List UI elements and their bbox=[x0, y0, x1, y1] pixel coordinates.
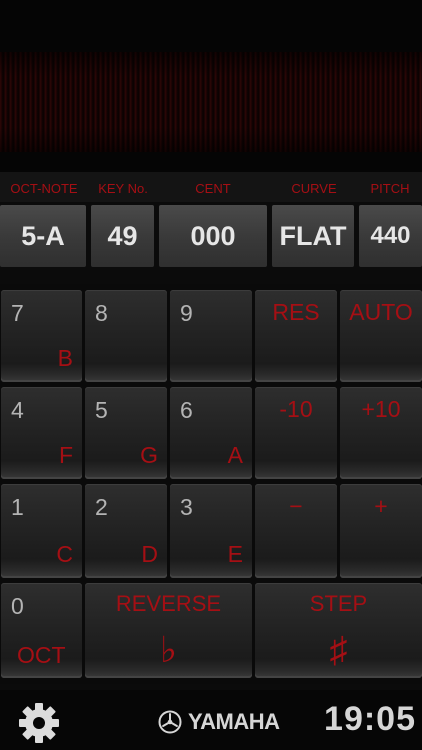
key-number: 3 bbox=[180, 494, 193, 520]
auto-button[interactable]: AUTO bbox=[340, 290, 422, 382]
key-5-g[interactable]: 5 G bbox=[85, 387, 167, 479]
key-6-a[interactable]: 6 A bbox=[170, 387, 252, 479]
key-2-d[interactable]: 2 D bbox=[85, 484, 167, 578]
key-note: D bbox=[141, 541, 158, 567]
key-number: 2 bbox=[95, 494, 108, 520]
res-button[interactable]: RES bbox=[255, 290, 337, 382]
key-note: E bbox=[227, 541, 243, 567]
brand-logo: YAMAHA bbox=[158, 708, 280, 736]
key-number: 1 bbox=[11, 494, 24, 520]
oct-label: OCT bbox=[17, 642, 66, 668]
res-label: RES bbox=[272, 299, 320, 325]
plus-10-button[interactable]: +10 bbox=[340, 387, 422, 479]
plus-10-label: +10 bbox=[361, 396, 401, 422]
key-note: F bbox=[58, 442, 73, 468]
key-note: G bbox=[140, 442, 158, 468]
key-0-oct[interactable]: 0 OCT bbox=[1, 583, 82, 678]
label-oct-note: OCT-NOTE bbox=[10, 181, 78, 196]
label-cent: CENT bbox=[195, 181, 231, 196]
key-note: C bbox=[56, 541, 73, 567]
tuner-meter-stripes bbox=[0, 52, 422, 152]
brand-name: YAMAHA bbox=[188, 709, 280, 734]
key-number: 6 bbox=[180, 397, 193, 423]
value-key-no[interactable]: 49 bbox=[91, 205, 154, 267]
reverse-label: REVERSE bbox=[115, 591, 222, 616]
label-key-no: KEY No. bbox=[98, 181, 148, 196]
label-curve: CURVE bbox=[291, 181, 337, 196]
key-number: 9 bbox=[180, 300, 193, 326]
key-3-e[interactable]: 3 E bbox=[170, 484, 252, 578]
value-oct-note[interactable]: 5-A bbox=[0, 205, 86, 267]
value-curve[interactable]: FLAT bbox=[272, 205, 354, 267]
minus-button[interactable]: − bbox=[255, 484, 337, 578]
key-number: 4 bbox=[11, 397, 24, 423]
step-label: STEP bbox=[309, 591, 368, 616]
value-pitch[interactable]: 440 bbox=[359, 205, 422, 267]
gear-icon[interactable] bbox=[18, 702, 60, 744]
sharp-icon: ♯ bbox=[329, 629, 348, 670]
clock-time: 19:05 bbox=[324, 700, 416, 738]
auto-label: AUTO bbox=[349, 299, 413, 325]
key-number: 8 bbox=[95, 300, 108, 326]
key-note: B bbox=[57, 345, 73, 371]
minus-label: − bbox=[289, 493, 303, 519]
tuner-display bbox=[0, 0, 422, 172]
plus-label: + bbox=[374, 493, 388, 519]
minus-10-button[interactable]: -10 bbox=[255, 387, 337, 479]
key-note: A bbox=[227, 442, 243, 468]
label-pitch: PITCH bbox=[370, 181, 410, 196]
plus-button[interactable]: + bbox=[340, 484, 422, 578]
flat-icon: ♭ bbox=[160, 629, 177, 670]
minus-10-label: -10 bbox=[279, 396, 313, 422]
key-number: 5 bbox=[95, 397, 108, 423]
key-number: 0 bbox=[11, 593, 24, 619]
key-4-f[interactable]: 4 F bbox=[1, 387, 82, 479]
value-cent[interactable]: 000 bbox=[159, 205, 267, 267]
step-sharp-button[interactable]: STEP ♯ bbox=[255, 583, 422, 678]
key-7-b[interactable]: 7 B bbox=[1, 290, 82, 382]
key-number: 7 bbox=[11, 300, 24, 326]
key-1-c[interactable]: 1 C bbox=[1, 484, 82, 578]
key-9[interactable]: 9 bbox=[170, 290, 252, 382]
key-8[interactable]: 8 bbox=[85, 290, 167, 382]
yamaha-logo-icon bbox=[158, 710, 182, 734]
reverse-flat-button[interactable]: REVERSE ♭ bbox=[85, 583, 252, 678]
